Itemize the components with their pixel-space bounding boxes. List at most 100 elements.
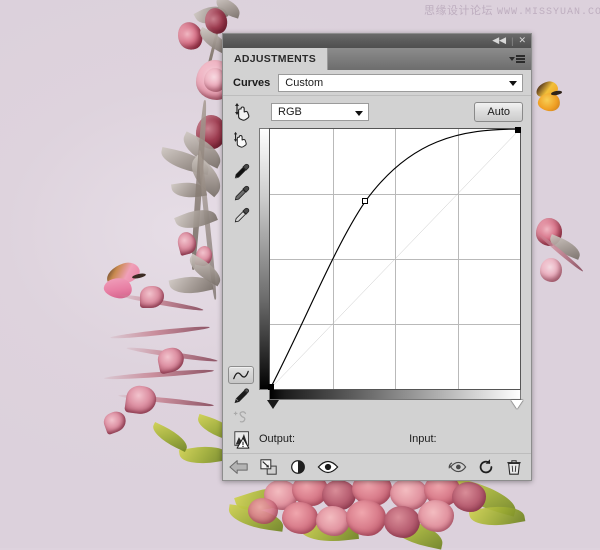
hydrangea-petal — [452, 482, 486, 512]
leaf — [171, 179, 207, 201]
tab-row-filler — [328, 48, 531, 70]
pencil-draw-curve-icon[interactable] — [228, 386, 254, 406]
preset-select[interactable]: Custom — [278, 73, 523, 92]
twig — [190, 99, 208, 271]
hydrangea-petal — [418, 500, 454, 532]
curves-plot[interactable] — [267, 126, 522, 391]
channel-select-value: RGB — [278, 106, 302, 118]
leaf — [148, 421, 192, 453]
leaf — [184, 253, 226, 287]
leaf — [546, 234, 584, 260]
leaf — [299, 517, 359, 545]
panel-body — [223, 126, 531, 424]
tab-adjustments[interactable]: ADJUSTMENTS — [223, 48, 329, 70]
curves-readout-row: Output: Input: — [223, 424, 531, 454]
leaf — [386, 516, 446, 550]
leaf — [450, 477, 520, 517]
twig — [201, 20, 222, 90]
channel-select[interactable]: RGB — [271, 103, 369, 121]
smooth-curve-icon[interactable] — [228, 408, 254, 426]
black-point-eyedropper-icon[interactable] — [228, 162, 254, 182]
input-label: Input: — [409, 432, 437, 445]
scrubby-slider-hand-icon[interactable] — [223, 101, 263, 123]
titlebar-separator: | — [511, 36, 514, 46]
curled-flower — [101, 408, 129, 436]
white-point-slider[interactable] — [511, 400, 523, 409]
leaf — [234, 478, 300, 520]
stem — [535, 231, 585, 273]
toggle-layer-mask-icon[interactable] — [289, 458, 307, 476]
rose — [540, 258, 562, 282]
rose — [202, 5, 230, 37]
hydrangea-petal — [248, 498, 278, 524]
curves-tool-column — [223, 128, 259, 424]
adjustments-panel: ◀◀ | ✕ ADJUSTMENTS Curves Custom RGB Aut… — [222, 33, 532, 481]
collapse-to-icons-icon[interactable]: ◀◀ — [492, 36, 506, 46]
histogram-warning-icon[interactable] — [227, 429, 259, 449]
tab-adjustments-label: ADJUSTMENTS — [234, 53, 317, 65]
close-icon[interactable]: ✕ — [518, 36, 526, 46]
leaf — [193, 0, 229, 30]
on-image-adjust-hand-icon[interactable] — [228, 130, 254, 150]
hamburger-icon — [516, 55, 525, 63]
black-point-slider[interactable] — [267, 400, 279, 409]
chevron-down-icon — [509, 57, 515, 61]
hydrangea-petal — [322, 480, 356, 510]
curves-graph-outer — [259, 126, 522, 391]
output-label: Output: — [259, 432, 296, 445]
butterfly-orange — [534, 79, 568, 114]
leaf — [213, 0, 243, 19]
curled-flower — [155, 345, 187, 375]
leaf — [174, 203, 218, 235]
flower-bud — [175, 230, 199, 256]
watermark-cn: 思缘设计论坛 — [424, 4, 493, 17]
rose — [173, 18, 207, 54]
leaf — [177, 131, 227, 169]
delete-adjustment-layer-icon[interactable] — [505, 458, 523, 476]
twig — [197, 150, 218, 300]
black-white-point-handles — [267, 400, 523, 411]
hydrangea-petal — [316, 506, 350, 536]
leaf — [158, 146, 212, 176]
reset-adjustment-icon[interactable] — [477, 458, 495, 476]
curled-flower — [124, 384, 158, 416]
stem — [118, 292, 204, 313]
clip-to-layer-icon[interactable] — [259, 458, 279, 476]
leaf — [226, 504, 286, 532]
channel-row: RGB Auto — [223, 96, 531, 128]
hydrangea-petal — [282, 502, 318, 534]
auto-button[interactable]: Auto — [474, 102, 523, 122]
hydrangea-petal — [346, 500, 386, 536]
flower-bud — [194, 244, 214, 268]
hydrangea-petal — [390, 478, 428, 510]
watermark-url: WWW.MISSYUAN.COM — [497, 7, 600, 18]
panel-tab-row: ADJUSTMENTS — [223, 48, 531, 70]
output-gradient-ramp — [259, 128, 269, 390]
preset-select-value: Custom — [285, 76, 324, 89]
stem — [118, 392, 214, 409]
panel-menu-icon[interactable] — [509, 55, 525, 63]
curve-point-white[interactable] — [515, 126, 522, 133]
return-to-adjustment-list-icon[interactable] — [229, 459, 249, 475]
stem — [103, 368, 215, 381]
edit-points-curve-icon[interactable] — [228, 366, 254, 384]
curve-point-mid[interactable] — [361, 198, 368, 205]
leaf — [168, 271, 214, 299]
curve-svg — [270, 129, 520, 389]
input-gradient-ramp — [269, 390, 521, 400]
gray-point-eyedropper-icon[interactable] — [228, 184, 254, 204]
curled-flower — [140, 286, 164, 308]
curve-point-black[interactable] — [267, 384, 274, 391]
toggle-layer-visibility-eye-icon[interactable] — [317, 459, 339, 475]
hydrangea-petal — [264, 480, 298, 510]
stem — [110, 324, 210, 341]
leaf — [468, 501, 526, 531]
butterfly-pink — [102, 259, 160, 302]
view-previous-state-icon[interactable] — [447, 459, 467, 475]
stem — [126, 345, 218, 364]
curves-label: Curves — [233, 76, 271, 89]
input-gradient-row — [269, 390, 521, 400]
watermark: 思缘设计论坛 WWW.MISSYUAN.COM — [424, 2, 600, 18]
white-point-eyedropper-icon[interactable] — [228, 206, 254, 226]
hydrangea-petal — [384, 506, 420, 538]
